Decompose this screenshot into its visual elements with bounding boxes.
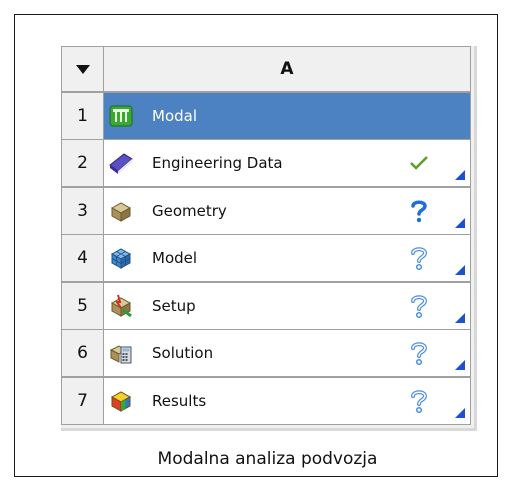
cell-label: Modal <box>152 106 197 125</box>
question-mark-outline-icon <box>406 340 432 366</box>
column-header: A <box>104 47 470 91</box>
row-number: 2 <box>62 140 103 186</box>
cell-label: Setup <box>152 296 196 315</box>
project-schematic-frame: A 1 Modal 2 Engineering Data 3 Geometry … <box>14 14 498 477</box>
corner-expand-icon[interactable] <box>455 360 465 370</box>
row-number: 3 <box>62 187 103 234</box>
cell-results[interactable]: Results <box>104 377 470 424</box>
corner-expand-icon[interactable] <box>455 265 465 275</box>
analysis-system-block: A 1 Modal 2 Engineering Data 3 Geometry … <box>61 46 477 431</box>
cell-setup[interactable]: Setup <box>104 282 470 329</box>
corner-expand-icon[interactable] <box>455 312 465 323</box>
setup-icon <box>108 293 134 319</box>
check-icon <box>406 150 432 176</box>
corner-expand-icon[interactable] <box>455 217 465 228</box>
geometry-icon <box>108 198 134 224</box>
row-number: 1 <box>62 92 103 139</box>
dropdown-triangle-icon <box>75 64 90 74</box>
cell-modal[interactable]: Modal <box>104 92 470 139</box>
row-number: 4 <box>62 235 103 281</box>
system-grid: A 1 Modal 2 Engineering Data 3 Geometry … <box>61 46 471 425</box>
cell-solution[interactable]: Solution <box>104 330 470 376</box>
cell-label: Geometry <box>152 201 227 220</box>
corner-expand-icon[interactable] <box>455 407 465 418</box>
question-mark-icon <box>406 198 432 224</box>
question-mark-outline-icon <box>406 388 432 414</box>
model-icon <box>108 245 134 271</box>
cell-model[interactable]: Model <box>104 235 470 281</box>
cell-label: Solution <box>152 344 214 362</box>
row-number: 7 <box>62 377 103 424</box>
question-mark-outline-icon <box>406 293 432 319</box>
row-number: 6 <box>62 330 103 376</box>
system-caption[interactable]: Modalna analiza podvozja <box>61 449 474 469</box>
modal-icon <box>108 103 134 129</box>
results-icon <box>108 388 134 414</box>
cell-geometry[interactable]: Geometry <box>104 187 470 234</box>
solution-icon <box>108 340 134 366</box>
engineering-data-icon <box>108 150 134 176</box>
question-mark-outline-icon <box>406 245 432 271</box>
cell-label: Model <box>152 249 198 267</box>
corner-expand-icon[interactable] <box>455 170 465 180</box>
cell-label: Engineering Data <box>152 154 283 172</box>
row-number: 5 <box>62 282 103 329</box>
cell-label: Results <box>152 391 207 410</box>
system-menu-button[interactable] <box>62 47 103 91</box>
cell-engineering-data[interactable]: Engineering Data <box>104 140 470 186</box>
